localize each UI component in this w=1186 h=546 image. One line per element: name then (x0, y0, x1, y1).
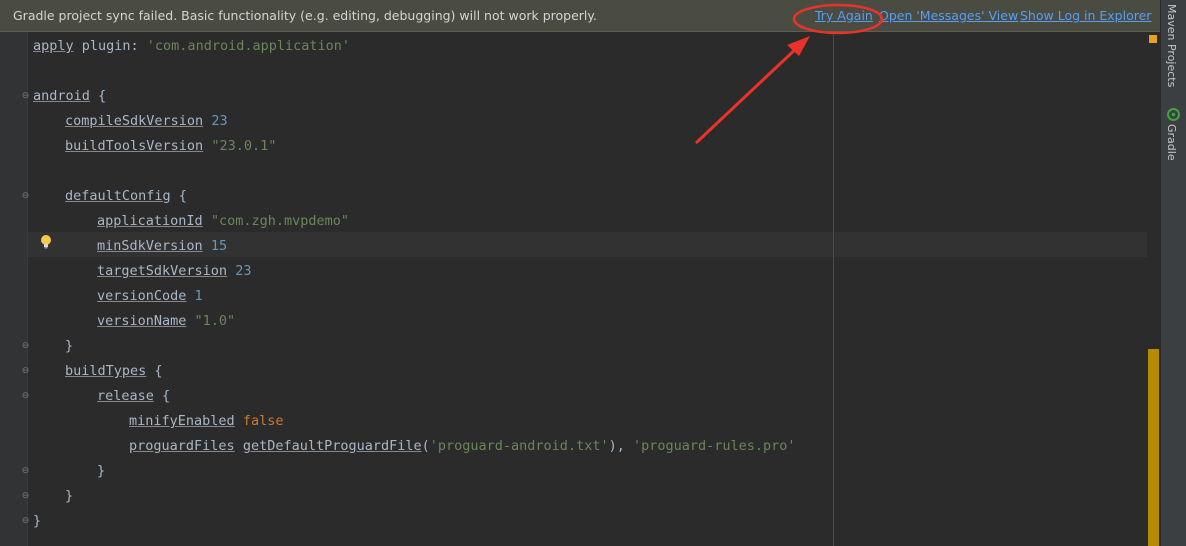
fold-marker-icon[interactable]: ⊖ (21, 492, 30, 501)
right-margin-guide (833, 32, 834, 546)
sync-failed-banner: Gradle project sync failed. Basic functi… (0, 0, 1160, 32)
fold-marker-icon[interactable]: ⊖ (21, 392, 30, 401)
show-log-link[interactable]: Show Log in Explorer (1020, 8, 1151, 23)
tool-tab-maven-projects[interactable]: Maven Projects (1165, 4, 1178, 87)
code-line[interactable]: versionName "1.0" (97, 309, 235, 334)
fold-marker-icon[interactable]: ⊖ (21, 367, 30, 376)
code-line[interactable]: targetSdkVersion 23 (97, 259, 251, 284)
scrollbar-thumb[interactable] (1148, 349, 1159, 546)
code-editor[interactable]: ⊖ ⊖ ⊖ ⊖ ⊖ ⊖ ⊖ ⊖ apply plugin: 'com.andro… (0, 32, 1160, 546)
code-line[interactable]: } (97, 459, 105, 484)
code-line[interactable]: android { (33, 84, 106, 109)
fold-marker-icon[interactable]: ⊖ (21, 517, 30, 526)
fold-marker-icon[interactable]: ⊖ (21, 92, 30, 101)
code-line[interactable]: } (33, 509, 41, 534)
fold-marker-icon[interactable]: ⊖ (21, 342, 30, 351)
tool-tab-gradle[interactable]: Gradle (1165, 124, 1178, 161)
lightbulb-icon[interactable] (40, 234, 52, 250)
code-line[interactable]: buildToolsVersion "23.0.1" (65, 134, 276, 159)
code-line[interactable]: applicationId "com.zgh.mvpdemo" (97, 209, 349, 234)
gradle-icon[interactable] (1167, 108, 1180, 121)
code-line[interactable]: release { (97, 384, 170, 409)
code-line[interactable]: buildTypes { (65, 359, 163, 384)
code-line[interactable]: compileSdkVersion 23 (65, 109, 228, 134)
right-tool-strip: Maven Projects Gradle (1160, 0, 1186, 546)
error-stripe[interactable] (1147, 32, 1160, 546)
banner-message: Gradle project sync failed. Basic functi… (13, 8, 597, 23)
fold-marker-icon[interactable]: ⊖ (21, 192, 30, 201)
code-line[interactable]: } (65, 334, 73, 359)
code-line[interactable]: minSdkVersion 15 (97, 234, 227, 259)
code-line[interactable]: proguardFiles getDefaultProguardFile('pr… (129, 434, 796, 459)
open-messages-link[interactable]: Open 'Messages' View (879, 8, 1018, 23)
fold-marker-icon[interactable]: ⊖ (21, 467, 30, 476)
code-line[interactable]: } (65, 484, 73, 509)
try-again-link[interactable]: Try Again (815, 8, 873, 23)
warning-marker[interactable] (1149, 35, 1157, 43)
code-line[interactable]: versionCode 1 (97, 284, 203, 309)
code-line[interactable]: minifyEnabled false (129, 409, 283, 434)
code-line[interactable]: defaultConfig { (65, 184, 187, 209)
code-line[interactable]: apply plugin: 'com.android.application' (33, 34, 350, 59)
